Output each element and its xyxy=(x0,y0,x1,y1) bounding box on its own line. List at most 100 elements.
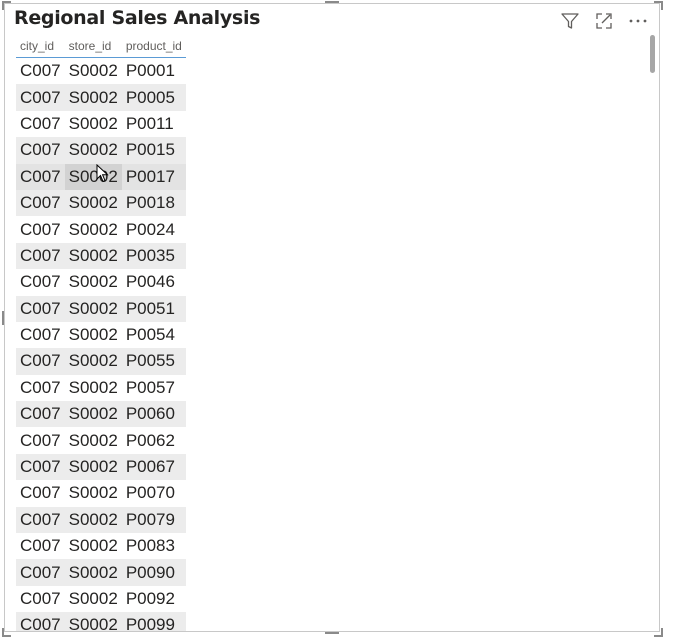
table-row[interactable]: C007 S0002 P0046 xyxy=(16,269,186,295)
city-id-cell[interactable]: C007 xyxy=(16,348,65,375)
store-id-cell[interactable]: S0002 xyxy=(64,612,122,631)
column-header-product-id[interactable]: product_id xyxy=(121,34,186,58)
table-row[interactable]: C007 S0002 P0083 xyxy=(16,533,186,559)
product-id-cell[interactable]: P0011 xyxy=(122,111,186,137)
visual-title: Regional Sales Analysis xyxy=(14,7,261,29)
product-id-cell[interactable]: P0017 xyxy=(121,163,186,190)
product-id-cell[interactable]: P0057 xyxy=(122,375,186,401)
product-id-cell[interactable]: P0018 xyxy=(121,189,186,217)
city-id-cell[interactable]: C007 xyxy=(16,506,65,534)
product-id-cell[interactable]: P0060 xyxy=(121,401,186,428)
product-id-cell[interactable]: P0090 xyxy=(121,559,186,586)
city-id-cell[interactable]: C007 xyxy=(16,137,65,164)
city-id-cell[interactable]: C007 xyxy=(16,375,65,401)
product-id-cell[interactable]: P0067 xyxy=(121,453,186,481)
table-row[interactable]: C007 S0002 P0070 xyxy=(16,480,186,506)
product-id-cell[interactable]: P0062 xyxy=(122,427,186,453)
table-row[interactable]: C007 S0002 P0054 xyxy=(16,322,186,348)
city-id-cell[interactable]: C007 xyxy=(16,216,65,242)
city-id-cell[interactable]: C007 xyxy=(16,427,65,453)
city-id-cell[interactable]: C007 xyxy=(16,269,65,295)
city-id-cell[interactable]: C007 xyxy=(16,401,65,428)
table-row[interactable]: C007 S0002 P0099 xyxy=(16,612,186,631)
product-id-cell[interactable]: P0015 xyxy=(121,137,186,164)
product-id-cell[interactable]: P0035 xyxy=(121,242,186,270)
city-id-cell[interactable]: C007 xyxy=(16,84,65,111)
table-row[interactable]: C007 S0002 P0005 xyxy=(16,84,186,111)
table-row[interactable]: C007 S0002 P0092 xyxy=(16,586,186,612)
table-visual[interactable]: Regional Sales Analysis city_id store_id… xyxy=(4,3,660,632)
city-id-cell[interactable]: C007 xyxy=(16,163,65,190)
product-id-cell[interactable]: P0055 xyxy=(121,348,186,375)
product-id-cell[interactable]: P0079 xyxy=(121,506,186,534)
store-id-cell[interactable]: S0002 xyxy=(64,348,122,375)
table-row[interactable]: C007 S0002 P0090 xyxy=(16,559,186,586)
city-id-cell[interactable]: C007 xyxy=(16,586,65,612)
product-id-cell[interactable]: P0054 xyxy=(122,322,186,348)
store-id-cell[interactable]: S0002 xyxy=(64,401,122,428)
table-row[interactable]: C007 S0002 P0017 xyxy=(16,163,186,190)
table-row[interactable]: C007 S0002 P0051 xyxy=(16,295,186,322)
store-id-cell[interactable]: S0002 xyxy=(65,111,122,137)
store-id-cell[interactable]: S0002 xyxy=(65,533,122,559)
store-id-cell[interactable]: S0002 xyxy=(64,137,122,164)
store-id-cell[interactable]: S0002 xyxy=(65,586,122,612)
more-options-icon[interactable] xyxy=(627,10,649,32)
store-id-cell[interactable]: S0002 xyxy=(65,480,122,506)
store-id-cell[interactable]: S0002 xyxy=(65,216,122,242)
visual-header-toolbar xyxy=(559,10,649,32)
store-id-cell[interactable]: S0002 xyxy=(65,58,122,85)
filter-icon[interactable] xyxy=(559,10,581,32)
store-id-cell[interactable]: S0002 xyxy=(64,163,122,190)
product-id-cell[interactable]: P0083 xyxy=(122,533,186,559)
store-id-cell[interactable]: S0002 xyxy=(64,506,122,534)
store-id-cell[interactable]: S0002 xyxy=(65,427,122,453)
column-header-city-id[interactable]: city_id xyxy=(16,34,65,58)
product-id-cell[interactable]: P0046 xyxy=(122,269,186,295)
table-row[interactable]: C007 S0002 P0024 xyxy=(16,216,186,242)
product-id-cell[interactable]: P0005 xyxy=(121,84,186,111)
city-id-cell[interactable]: C007 xyxy=(16,480,65,506)
city-id-cell[interactable]: C007 xyxy=(16,453,65,481)
table-row[interactable]: C007 S0002 P0079 xyxy=(16,506,186,534)
store-id-cell[interactable]: S0002 xyxy=(65,375,122,401)
store-id-cell[interactable]: S0002 xyxy=(64,295,122,322)
store-id-cell[interactable]: S0002 xyxy=(65,322,122,348)
vertical-scrollbar[interactable] xyxy=(648,32,657,627)
store-id-cell[interactable]: S0002 xyxy=(64,84,122,111)
table-row[interactable]: C007 S0002 P0062 xyxy=(16,427,186,453)
focus-mode-icon[interactable] xyxy=(593,10,615,32)
table-row[interactable]: C007 S0002 P0057 xyxy=(16,375,186,401)
store-id-cell[interactable]: S0002 xyxy=(64,559,122,586)
store-id-cell[interactable]: S0002 xyxy=(64,189,122,217)
product-id-cell[interactable]: P0099 xyxy=(121,612,186,631)
city-id-cell[interactable]: C007 xyxy=(16,111,65,137)
table-row[interactable]: C007 S0002 P0001 xyxy=(16,58,186,85)
city-id-cell[interactable]: C007 xyxy=(16,242,65,270)
table-row[interactable]: C007 S0002 P0015 xyxy=(16,137,186,164)
data-table: city_id store_id product_id C007 S0002 P00… xyxy=(16,34,186,631)
store-id-cell[interactable]: S0002 xyxy=(65,269,122,295)
table-row[interactable]: C007 S0002 P0035 xyxy=(16,242,186,270)
table-row[interactable]: C007 S0002 P0055 xyxy=(16,348,186,375)
store-id-cell[interactable]: S0002 xyxy=(64,242,122,270)
product-id-cell[interactable]: P0070 xyxy=(122,480,186,506)
store-id-cell[interactable]: S0002 xyxy=(64,453,122,481)
column-header-store-id[interactable]: store_id xyxy=(64,34,122,58)
city-id-cell[interactable]: C007 xyxy=(16,559,65,586)
product-id-cell[interactable]: P0024 xyxy=(122,216,186,242)
table-row[interactable]: C007 S0002 P0067 xyxy=(16,453,186,481)
city-id-cell[interactable]: C007 xyxy=(16,189,65,217)
city-id-cell[interactable]: C007 xyxy=(16,322,65,348)
city-id-cell[interactable]: C007 xyxy=(16,533,65,559)
table-row[interactable]: C007 S0002 P0060 xyxy=(16,401,186,428)
product-id-cell[interactable]: P0001 xyxy=(122,58,186,85)
product-id-cell[interactable]: P0092 xyxy=(122,586,186,612)
city-id-cell[interactable]: C007 xyxy=(16,58,65,85)
table-row[interactable]: C007 S0002 P0018 xyxy=(16,189,186,217)
product-id-cell[interactable]: P0051 xyxy=(121,295,186,322)
city-id-cell[interactable]: C007 xyxy=(16,295,65,322)
table-row[interactable]: C007 S0002 P0011 xyxy=(16,111,186,137)
city-id-cell[interactable]: C007 xyxy=(16,612,65,631)
scrollbar-thumb[interactable] xyxy=(650,35,655,73)
